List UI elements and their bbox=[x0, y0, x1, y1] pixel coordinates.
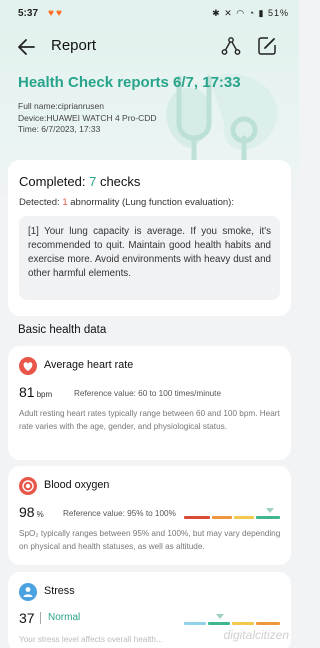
scale-segment-red bbox=[184, 516, 210, 519]
detected-suffix: abnormality (Lung function evaluation): bbox=[67, 197, 234, 208]
edit-button[interactable] bbox=[256, 35, 278, 57]
notification-icons: ♥♥ bbox=[48, 8, 64, 19]
detected-abnormalities: Detected: 1 abnormality (Lung function e… bbox=[19, 197, 234, 208]
stress-scale bbox=[184, 622, 280, 625]
report-title: Health Check reports 6/7, 17:33 bbox=[18, 74, 241, 91]
report-time: Time: 6/7/2023, 17:33 bbox=[18, 124, 101, 134]
edit-icon bbox=[258, 37, 276, 55]
completed-checks: Completed: 7 checks bbox=[19, 174, 140, 189]
heart-rate-value-row: 81 bpm bbox=[19, 384, 52, 400]
status-bar: 5:37 ♥♥ ✱ ✕ ◠ ◔ ▮ 51% bbox=[0, 0, 299, 28]
share-button[interactable] bbox=[220, 35, 242, 57]
scale-segment-low bbox=[184, 622, 206, 625]
blood-oxygen-value: 98 bbox=[19, 504, 35, 520]
full-name: Full name:ciprianrusen bbox=[18, 101, 104, 111]
blood-oxygen-scale bbox=[184, 516, 280, 519]
scale-segment-medium bbox=[232, 622, 254, 625]
blood-oxygen-marker-icon bbox=[266, 508, 275, 513]
stress-icon bbox=[19, 583, 37, 601]
stress-value: 37 bbox=[19, 610, 35, 626]
back-arrow-icon bbox=[18, 39, 35, 55]
scale-segment-orange bbox=[212, 516, 232, 519]
report-meta: Full name:ciprianrusen Device:HUAWEI WAT… bbox=[18, 101, 157, 136]
summary-card: Completed: 7 checks Detected: 1 abnormal… bbox=[8, 160, 291, 316]
share-icon bbox=[221, 37, 241, 55]
completed-suffix: checks bbox=[96, 174, 141, 189]
blood-drop-icon bbox=[19, 477, 37, 495]
heart-rate-reference: Reference value: 60 to 100 times/minute bbox=[74, 389, 222, 398]
heart-icon bbox=[19, 357, 37, 375]
blood-oxygen-description: SpO₂ typically ranges between 95% and 10… bbox=[19, 529, 281, 551]
scale-segment-normal bbox=[208, 622, 230, 625]
system-status-icons: ✱ ✕ ◠ ◔ ▮ 51% bbox=[212, 8, 289, 18]
stress-title: Stress bbox=[44, 585, 75, 597]
stress-marker-icon bbox=[216, 614, 225, 619]
heart-rate-unit: bpm bbox=[36, 390, 53, 399]
lung-advice: [1] Your lung capacity is average. If yo… bbox=[19, 216, 280, 300]
blood-oxygen-title: Blood oxygen bbox=[44, 479, 110, 491]
blood-oxygen-reference: Reference value: 95% to 100% bbox=[63, 509, 176, 518]
section-title: Basic health data bbox=[18, 324, 107, 336]
blood-oxygen-card[interactable]: Blood oxygen 98% Reference value: 95% to… bbox=[8, 466, 291, 565]
scale-segment-yellow bbox=[234, 516, 254, 519]
heart-rate-title: Average heart rate bbox=[44, 359, 134, 371]
completed-label: Completed: bbox=[19, 174, 90, 189]
heart-rate-card[interactable]: Average heart rate 81 bpm Reference value… bbox=[8, 346, 291, 460]
blood-oxygen-unit: % bbox=[36, 510, 44, 519]
back-button[interactable] bbox=[16, 36, 40, 60]
heart-rate-description: Adult resting heart rates typically rang… bbox=[19, 409, 280, 431]
page-title: Report bbox=[51, 37, 97, 54]
watermark: digitalcitizen bbox=[223, 628, 289, 642]
detected-label: Detected: bbox=[19, 197, 63, 208]
device-name: Device:HUAWEI WATCH 4 Pro-CDD bbox=[18, 112, 157, 123]
blood-oxygen-value-row: 98% bbox=[19, 504, 44, 520]
scale-segment-high bbox=[256, 622, 280, 625]
status-time: 5:37 bbox=[18, 8, 39, 19]
stress-level: Normal bbox=[40, 612, 80, 624]
heart-rate-value: 81 bbox=[19, 384, 35, 400]
scale-segment-green bbox=[256, 516, 280, 519]
